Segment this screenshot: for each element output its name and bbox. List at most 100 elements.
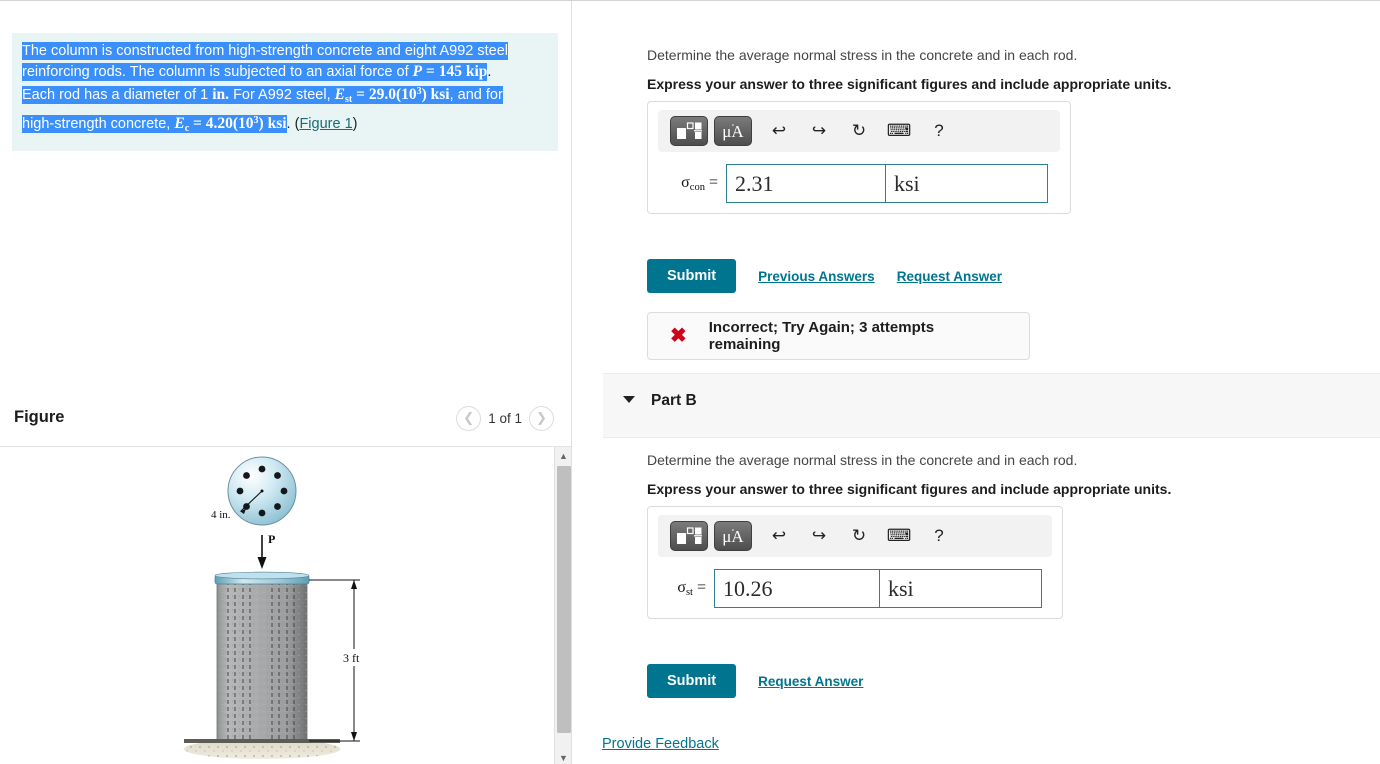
- problem-line-2-text: reinforcing rods. The column is subjecte…: [22, 63, 413, 80]
- part-a-instruction: Express your answer to three significant…: [647, 76, 1172, 92]
- part-b-request-answer-link[interactable]: Request Answer: [758, 674, 863, 689]
- column-diagram-svg: 4 in. P 3 ft: [184, 456, 370, 759]
- math-template-icon[interactable]: [670, 116, 708, 146]
- undo-icon[interactable]: ↩: [766, 118, 792, 144]
- symbol-E-st: E: [334, 86, 345, 103]
- part-a-question: Determine the average normal stress in t…: [647, 47, 1078, 63]
- cross-section-circle: [227, 456, 297, 526]
- problem-line-4-close: ): [352, 115, 358, 132]
- part-b-answer-box: μ˚A ↩ ↪ ↻ ⌨ ? σst = 10.26 ksi: [647, 506, 1063, 619]
- part-a-units-input[interactable]: ksi: [886, 164, 1048, 203]
- left-panel: The column is constructed from high-stre…: [0, 1, 572, 764]
- problem-line-4-end: . (: [286, 115, 300, 132]
- part-b-instruction: Express your answer to three significant…: [647, 481, 1172, 497]
- problem-line-2: reinforcing rods. The column is subjecte…: [22, 62, 548, 83]
- part-b-value-input[interactable]: 10.26: [714, 569, 880, 608]
- part-a-toolbar: μ˚A ↩ ↪ ↻ ⌨ ?: [658, 110, 1060, 152]
- part-b-question: Determine the average normal stress in t…: [647, 452, 1078, 468]
- part-a-previous-answers-link[interactable]: Previous Answers: [758, 269, 875, 284]
- scroll-up-icon[interactable]: ▲: [555, 447, 571, 464]
- chevron-left-icon: ❮: [463, 411, 475, 426]
- math-template-glyph: [677, 122, 702, 139]
- symbol-P: P: [412, 62, 423, 80]
- unit-in: in.: [212, 86, 230, 103]
- part-b-toolbar: μ˚A ↩ ↪ ↻ ⌨ ?: [658, 515, 1052, 557]
- force-label: P: [268, 532, 275, 546]
- help-icon[interactable]: ?: [926, 523, 952, 549]
- part-a-answer-row: σcon = 2.31 ksi: [658, 164, 1060, 203]
- redo-icon[interactable]: ↪: [806, 118, 832, 144]
- scrollbar-thumb[interactable]: [557, 466, 571, 733]
- diameter-label: 4 in.: [211, 509, 231, 521]
- problem-line-4-text: high-strength concrete,: [22, 115, 175, 132]
- height-label: 3 ft: [343, 651, 360, 665]
- part-b-units-input[interactable]: ksi: [880, 569, 1042, 608]
- value-29-0-close: ): [421, 86, 431, 103]
- part-b-submit-button[interactable]: Submit: [647, 664, 737, 698]
- part-b-symbol: σst =: [677, 579, 706, 598]
- figure-header: Figure ❮ 1 of 1 ❯: [0, 406, 571, 446]
- problem-statement: The column is constructed from high-stre…: [12, 33, 558, 151]
- value-29-0: 29.0(10: [368, 86, 417, 103]
- part-b-answer-row: σst = 10.26 ksi: [658, 569, 1052, 608]
- caret-down-icon[interactable]: [623, 396, 635, 403]
- value-145-kip: 145 kip: [438, 62, 488, 80]
- part-b-title: Part B: [651, 392, 697, 409]
- figure-title: Figure: [14, 408, 65, 426]
- figure-prev-button[interactable]: ❮: [456, 406, 482, 431]
- problem-line-2-period: .: [487, 63, 492, 80]
- help-icon[interactable]: ?: [926, 118, 952, 144]
- eq-sign-3: =: [352, 86, 369, 103]
- force-arrow: [257, 535, 267, 569]
- reset-icon[interactable]: ↻: [846, 118, 872, 144]
- x-mark-icon: ✖: [670, 325, 687, 347]
- keyboard-icon[interactable]: ⌨: [886, 118, 912, 144]
- page-root: The column is constructed from high-stre…: [0, 0, 1380, 764]
- part-b-button-row: Submit Request Answer: [647, 664, 863, 698]
- redo-icon[interactable]: ↪: [806, 523, 832, 549]
- reset-icon[interactable]: ↻: [846, 523, 872, 549]
- figure-diagram: 4 in. P 3 ft: [0, 447, 532, 764]
- part-a-request-answer-link[interactable]: Request Answer: [897, 269, 1002, 284]
- figure-1-link[interactable]: Figure 1: [299, 115, 353, 132]
- units-angstrom-icon[interactable]: μ˚A: [714, 521, 752, 551]
- part-a-submit-button[interactable]: Submit: [647, 259, 737, 293]
- figure-pager: ❮ 1 of 1 ❯: [456, 406, 554, 431]
- units-label: μ˚A: [722, 121, 744, 141]
- ground: [184, 739, 340, 759]
- math-template-icon[interactable]: [670, 521, 708, 551]
- units-label: μ˚A: [722, 526, 744, 546]
- part-a-button-row: Submit Previous Answers Request Answer: [647, 259, 1002, 293]
- problem-line-3: Each rod has a diameter of 1 in. For A99…: [22, 82, 548, 111]
- figure-next-button[interactable]: ❯: [529, 406, 554, 431]
- undo-icon[interactable]: ↩: [766, 523, 792, 549]
- problem-line-3-end: , and for: [449, 87, 503, 103]
- part-a-value-input[interactable]: 2.31: [726, 164, 886, 203]
- eq-sign-4: =: [189, 114, 206, 132]
- problem-line-1-text: The column is constructed from high-stre…: [22, 42, 509, 60]
- units-angstrom-icon[interactable]: μ˚A: [714, 116, 752, 146]
- figure-viewport: 4 in. P 3 ft ▲ ▼: [0, 446, 571, 764]
- scroll-down-icon[interactable]: ▼: [555, 749, 571, 764]
- part-a-feedback-text: Incorrect; Try Again; 3 attempts remaini…: [708, 319, 935, 353]
- part-a-symbol: σcon =: [681, 174, 718, 193]
- value-4-20: 4.20(10: [205, 114, 254, 132]
- problem-line-1: The column is constructed from high-stre…: [22, 41, 548, 62]
- figure-scrollbar[interactable]: ▲ ▼: [554, 447, 571, 764]
- symbol-E-c: E: [174, 114, 185, 132]
- math-template-glyph: [677, 527, 702, 544]
- right-panel: Determine the average normal stress in t…: [573, 1, 1380, 764]
- provide-feedback-link[interactable]: Provide Feedback: [602, 736, 719, 752]
- problem-line-3-text-b: For A992 steel,: [229, 87, 335, 103]
- value-4-20-close: ): [258, 114, 268, 132]
- unit-ksi-steel: ksi: [430, 86, 450, 103]
- column-body: [214, 571, 310, 743]
- unit-ksi-concrete: ksi: [267, 114, 287, 132]
- part-b-header[interactable]: Part B: [603, 373, 1380, 438]
- problem-line-3-text-a: Each rod has a diameter of 1: [22, 87, 213, 103]
- part-a-feedback-box: ✖ Incorrect; Try Again; 3 attempts remai…: [647, 312, 1030, 360]
- keyboard-icon[interactable]: ⌨: [886, 523, 912, 549]
- chevron-right-icon: ❯: [536, 411, 547, 426]
- problem-line-4: high-strength concrete, Ec = 4.20(103) k…: [22, 111, 548, 140]
- part-a-answer-box: μ˚A ↩ ↪ ↻ ⌨ ? σcon = 2.31 ksi: [647, 101, 1071, 214]
